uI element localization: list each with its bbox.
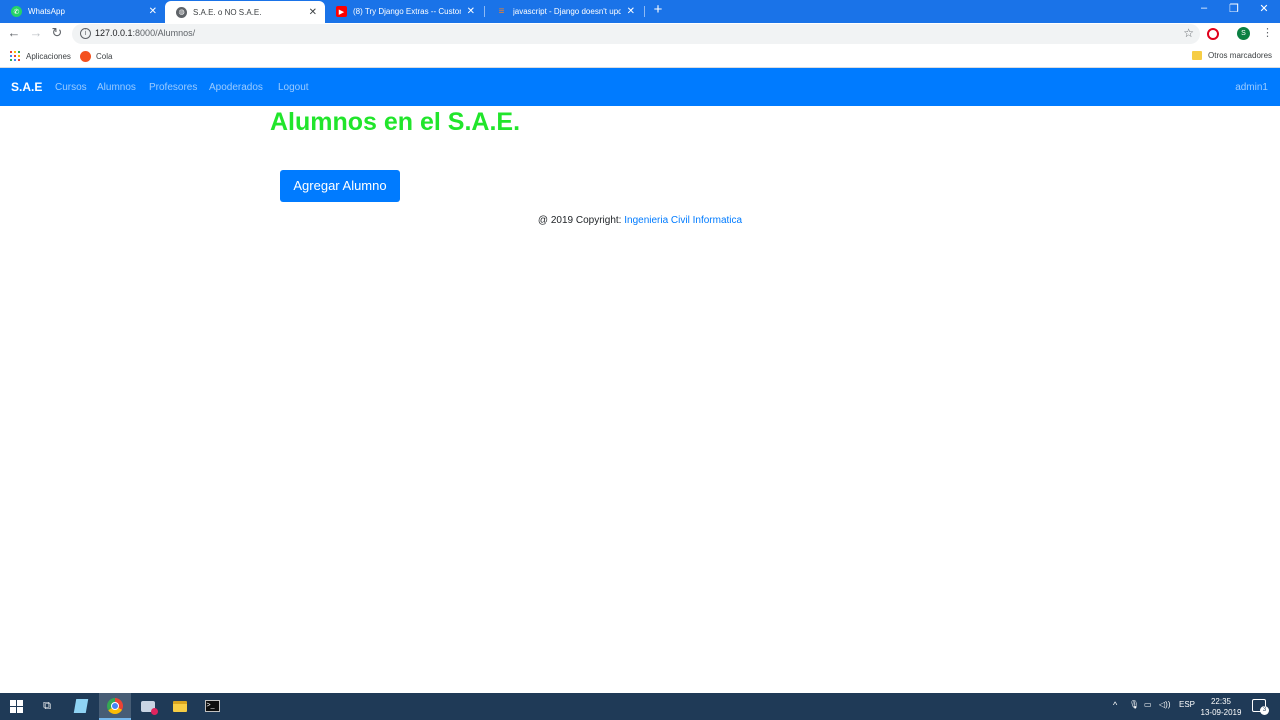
- site-navbar: S.A.E Cursos Alumnos Profesores Apoderad…: [0, 68, 1280, 106]
- opera-extension-icon[interactable]: [1207, 28, 1219, 40]
- nav-link-apoderados[interactable]: Apoderados: [209, 82, 263, 93]
- url-path: :8000/Alumnos/: [132, 28, 196, 38]
- notepad-taskbar-icon[interactable]: [72, 697, 90, 715]
- notification-count-badge: 3: [1260, 706, 1269, 715]
- current-user: admin1: [1235, 82, 1268, 93]
- close-tab-icon[interactable]: ✕: [467, 6, 475, 17]
- tab-whatsapp[interactable]: ✆ WhatsApp ✕: [0, 0, 165, 23]
- browser-toolbar: ← → ↻ i 127.0.0.1:8000/Alumnos/ ☆ S ⋮: [0, 23, 1280, 45]
- bookmark-cola[interactable]: Cola: [80, 51, 112, 62]
- new-tab-button[interactable]: +: [650, 1, 666, 18]
- add-student-button[interactable]: Agregar Alumno: [280, 170, 400, 202]
- url-text[interactable]: 127.0.0.1:8000/Alumnos/: [95, 28, 195, 38]
- mail-taskbar-icon[interactable]: [139, 697, 158, 715]
- apps-grid-icon: [10, 51, 20, 61]
- tab-title: WhatsApp: [28, 7, 65, 16]
- close-tab-icon[interactable]: ✕: [309, 7, 317, 18]
- nav-link-cursos[interactable]: Cursos: [55, 82, 87, 93]
- bookmark-label: Cola: [96, 52, 113, 61]
- bookmark-label: Aplicaciones: [26, 51, 71, 61]
- tab-title: (8) Try Django Extras -- Customiz: [353, 7, 461, 16]
- footer-copyright: @ 2019 Copyright:: [537, 215, 625, 226]
- microphone-icon[interactable]: 🎙︎: [1129, 700, 1139, 709]
- site-info-icon[interactable]: i: [80, 28, 91, 39]
- nav-link-logout[interactable]: Logout: [278, 82, 309, 93]
- close-tab-icon[interactable]: ✕: [149, 6, 157, 17]
- terminal-taskbar-icon[interactable]: >_: [203, 697, 221, 715]
- profile-avatar[interactable]: S: [1237, 27, 1250, 40]
- globe-icon: ◍: [176, 6, 187, 18]
- start-button[interactable]: [7, 697, 25, 715]
- windows-taskbar: ⧉ >_ ^ 🎙︎ ▭ ◁)) ESP 22:35 13-09-2019 3: [0, 693, 1280, 720]
- tab-youtube[interactable]: ▶ (8) Try Django Extras -- Customiz ✕: [325, 0, 483, 23]
- clock-time: 22:35: [1210, 697, 1232, 706]
- nav-link-profesores[interactable]: Profesores: [149, 82, 197, 93]
- chrome-taskbar-icon[interactable]: [99, 693, 131, 720]
- reload-icon[interactable]: ↻: [49, 25, 65, 41]
- folder-icon: [1192, 51, 1202, 60]
- minimize-button[interactable]: –: [1194, 2, 1214, 14]
- restore-button[interactable]: ❐: [1224, 2, 1244, 15]
- back-icon[interactable]: ←: [6, 25, 22, 40]
- task-view-icon[interactable]: ⧉: [38, 697, 56, 715]
- tab-separator: [644, 6, 645, 17]
- site-brand[interactable]: S.A.E: [11, 80, 42, 94]
- browser-menu-icon[interactable]: ⋮: [1262, 26, 1273, 39]
- stackoverflow-icon: ≡: [498, 6, 505, 17]
- other-bookmarks-label: Otros marcadores: [1208, 51, 1273, 60]
- page-footer: @ 2019 Copyright: Ingenieria Civil Infor…: [0, 215, 1280, 226]
- show-hidden-icons[interactable]: ^: [1113, 700, 1117, 710]
- address-bar[interactable]: i 127.0.0.1:8000/Alumnos/ ☆: [72, 24, 1200, 44]
- chrome-icon: [107, 697, 123, 714]
- cola-icon: [80, 51, 91, 62]
- bookmarks-bar: Aplicaciones Cola Otros marcadores: [0, 45, 1280, 68]
- nav-link-alumnos[interactable]: Alumnos: [97, 82, 136, 93]
- youtube-icon: ▶: [336, 6, 347, 17]
- file-explorer-taskbar-icon[interactable]: [171, 697, 189, 715]
- browser-tab-strip: ✆ WhatsApp ✕ ◍ S.A.E. o NO S.A.E. ✕ ▶ (8…: [0, 0, 1280, 23]
- bookmark-apps[interactable]: Aplicaciones: [10, 51, 71, 61]
- whatsapp-icon: ✆: [11, 6, 22, 17]
- volume-icon[interactable]: ◁)): [1159, 700, 1170, 709]
- close-window-button[interactable]: ✕: [1254, 2, 1274, 15]
- page-title: Alumnos en el S.A.E.: [270, 108, 521, 136]
- url-host: 127.0.0.1: [95, 28, 133, 38]
- footer-link[interactable]: Ingenieria Civil Informatica: [624, 215, 742, 226]
- tab-title: S.A.E. o NO S.A.E.: [193, 7, 262, 17]
- system-clock[interactable]: 22:35 13-09-2019: [1200, 696, 1242, 718]
- tab-sae[interactable]: ◍ S.A.E. o NO S.A.E. ✕: [165, 1, 325, 23]
- tab-title: javascript - Django doesn't upda: [513, 7, 621, 16]
- forward-icon[interactable]: →: [28, 25, 44, 40]
- language-indicator[interactable]: ESP: [1179, 700, 1195, 709]
- other-bookmarks[interactable]: Otros marcadores: [1192, 51, 1272, 60]
- clock-date: 13-09-2019: [1200, 708, 1242, 717]
- bookmark-star-icon[interactable]: ☆: [1183, 26, 1194, 40]
- network-icon[interactable]: ▭: [1144, 700, 1152, 709]
- windows-logo-icon: [9, 699, 23, 713]
- close-tab-icon[interactable]: ✕: [627, 6, 635, 17]
- tab-stackoverflow[interactable]: ≡ javascript - Django doesn't upda ✕: [485, 0, 643, 23]
